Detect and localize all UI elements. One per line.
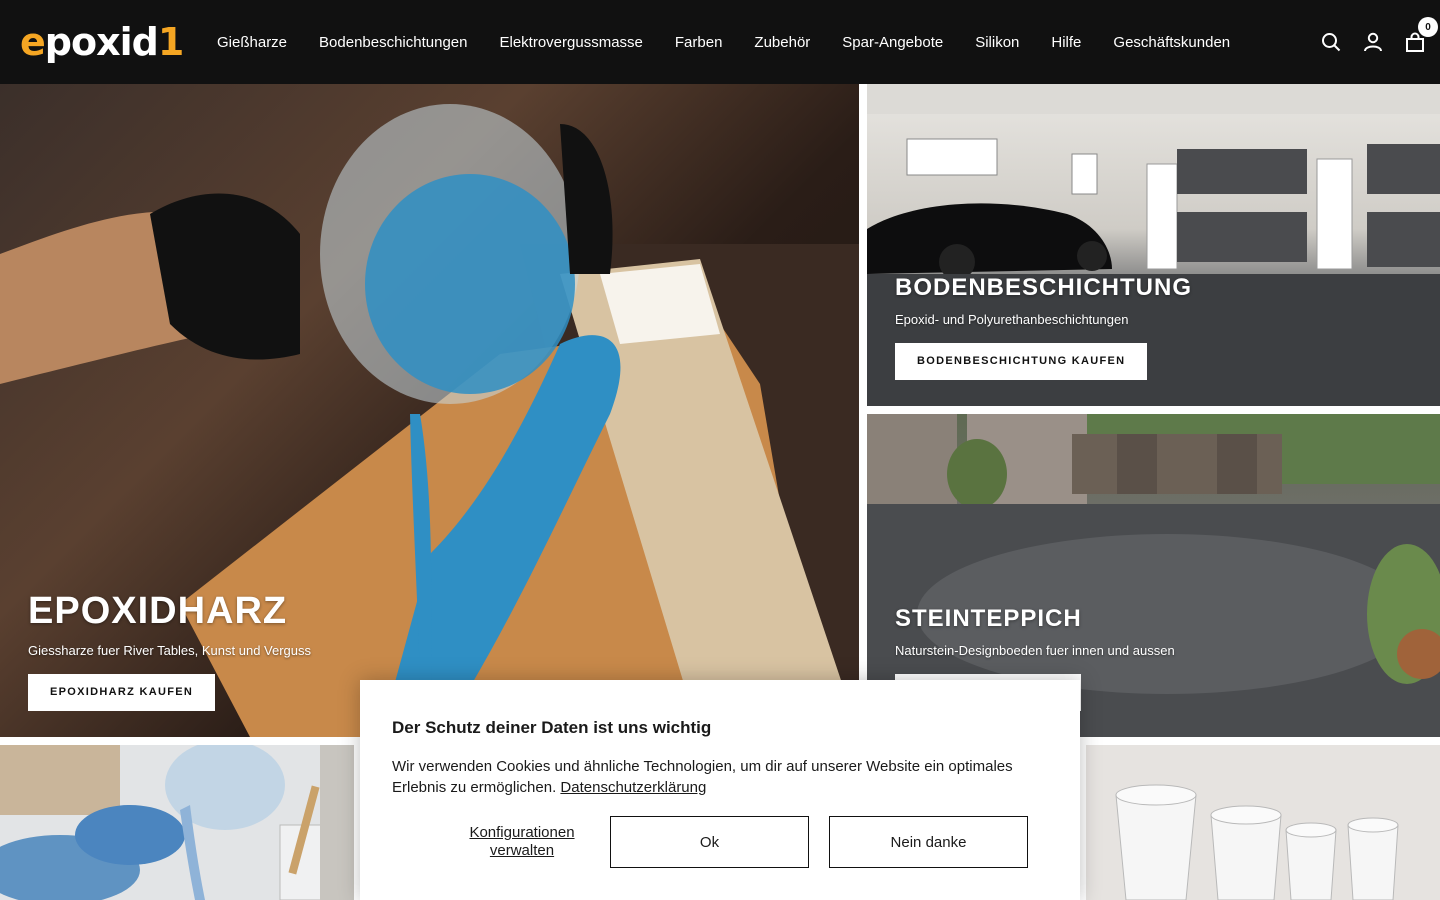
molds-image [0,745,354,900]
cookie-actions: Konfigurationen verwalten Ok Nein danke [392,816,1048,868]
nav-item-hilfe[interactable]: Hilfe [1035,34,1097,51]
tile-title: BODENBESCHICHTUNG [895,274,1193,301]
cookie-ok-button[interactable]: Ok [610,816,809,868]
tile-title: EPOXIDHARZ [28,590,288,632]
bodenbeschichtung-kaufen-button[interactable]: BODENBESCHICHTUNG KAUFEN [895,343,1148,380]
configure-line-2: verwalten [489,842,555,859]
epoxidharz-kaufen-button[interactable]: EPOXIDHARZ KAUFEN [28,674,216,711]
tile-subtitle: Giessharze fuer River Tables, Kunst und … [28,643,312,658]
cookie-text: Wir verwenden Cookies und ähnliche Techn… [392,756,1048,798]
epoxid1-logo[interactable]: e p oxid 1 [20,20,184,64]
tile-bodenbeschichtung[interactable]: BODENBESCHICHTUNG Epoxid- und Polyuretha… [867,84,1440,406]
logo-text-p: p [44,20,72,64]
mixing-cups-image [1086,745,1440,900]
tile-bodenbeschichtung-content: BODENBESCHICHTUNG Epoxid- und Polyuretha… [895,274,1192,380]
tile-epoxidharz-content: EPOXIDHARZ Giessharze fuer River Tables,… [28,590,311,711]
nav-item-elektrovergussmasse[interactable]: Elektrovergussmasse [484,34,659,51]
cart-count-badge: 0 [1418,17,1438,37]
site-header: e p oxid 1 Gießharze Bodenbeschichtungen El… [0,0,1440,84]
nav-item-silikon[interactable]: Silikon [959,34,1035,51]
manage-configurations-link[interactable]: Konfigurationen verwalten [432,824,612,860]
cookie-title: Der Schutz deiner Daten ist uns wichtig [392,718,712,737]
tile-mixing-cups[interactable] [1086,745,1440,900]
nav-item-bodenbeschichtungen[interactable]: Bodenbeschichtungen [303,34,483,51]
account-icon[interactable] [1362,31,1384,53]
cookie-consent-dialog: Der Schutz deiner Daten ist uns wichtig … [360,680,1080,900]
main-nav: Gießharze Bodenbeschichtungen Elektrover… [201,0,1246,84]
tile-epoxidharz[interactable]: EPOXIDHARZ Giessharze fuer River Tables,… [0,84,859,737]
cookie-decline-button[interactable]: Nein danke [829,816,1028,868]
logo-text-1: 1 [157,20,184,64]
tile-title: STEINTEPPICH [895,605,1082,632]
nav-item-farben[interactable]: Farben [659,34,739,51]
logo-text-e: e [20,20,46,64]
search-icon[interactable] [1320,31,1342,53]
tile-subtitle: Naturstein-Designboeden fuer innen und a… [895,643,1175,658]
nav-item-zubehoer[interactable]: Zubehör [738,34,826,51]
header-actions: 0 [1320,0,1438,84]
logo-text-oxid: oxid [70,20,159,64]
cart-icon[interactable]: 0 [1404,17,1438,53]
nav-item-spar-angebote[interactable]: Spar-Angebote [826,34,959,51]
nav-item-geschaeftskunden[interactable]: Geschäftskunden [1097,34,1246,51]
privacy-policy-link[interactable]: Datenschutzerklärung [560,779,706,796]
nav-item-giessharze[interactable]: Gießharze [201,34,303,51]
configure-line-1: Konfigurationen [469,824,575,841]
tile-molds[interactable] [0,745,354,900]
tile-subtitle: Epoxid- und Polyurethanbeschichtungen [895,312,1129,327]
